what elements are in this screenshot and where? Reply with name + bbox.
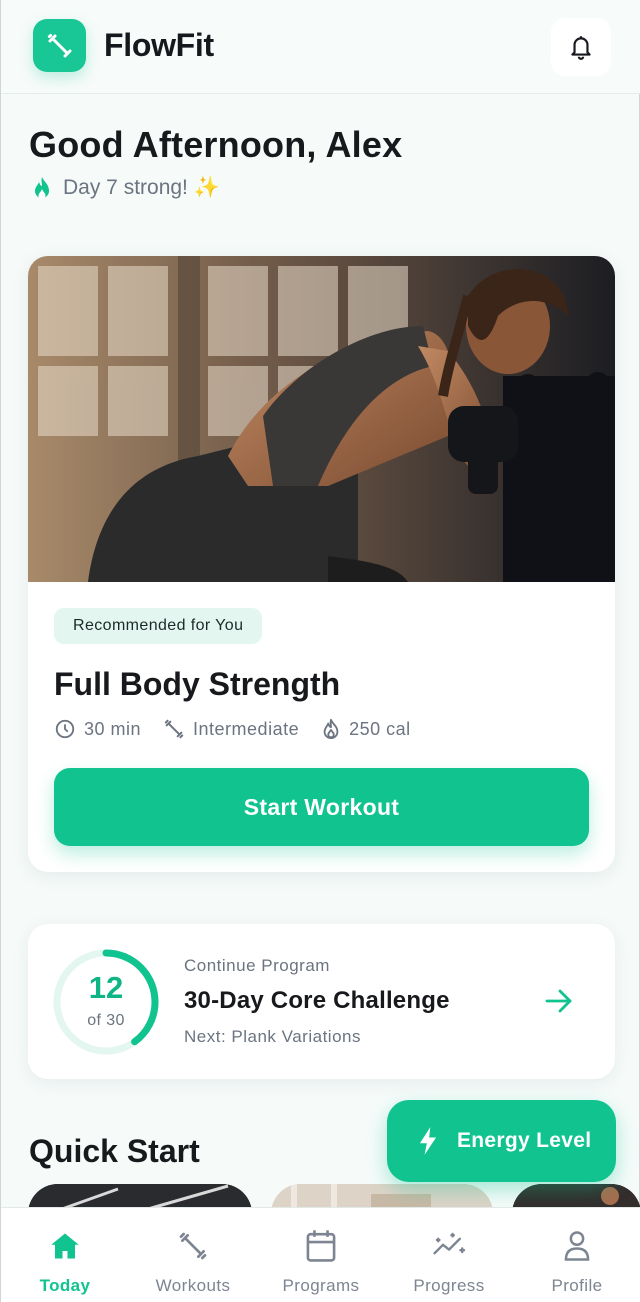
app-logo [33,19,86,72]
nav-item-label: Progress [413,1276,485,1295]
calendar-icon [306,1230,336,1262]
continue-program-card[interactable]: 12 of 30 Continue Program 30-Day Core Ch… [28,924,615,1079]
workout-calories-text: 250 cal [349,718,411,739]
energy-level-button[interactable]: Energy Level [387,1100,616,1182]
dumbbell-icon [179,1232,207,1260]
bottom-navigation: Today Workouts Programs Progress Profile [1,1207,640,1302]
workout-level-text: Intermediate [193,718,300,739]
start-workout-button[interactable]: Start Workout [54,768,589,846]
recommended-badge: Recommended for You [54,608,263,644]
workout-meta: 30 min Intermediate 250 cal [54,718,433,740]
workout-calories: 250 cal [321,718,411,740]
greeting-title: Good Afternoon, Alex [29,124,403,165]
nav-item-progress[interactable]: Progress [385,1208,513,1302]
nav-item-profile[interactable]: Profile [513,1208,640,1302]
nav-item-programs[interactable]: Programs [257,1208,385,1302]
program-next: Next: Plank Variations [184,1027,361,1046]
flame-icon [323,718,339,740]
program-label: Continue Program [184,956,330,975]
program-open-button[interactable] [542,986,576,1016]
workout-duration-text: 30 min [84,718,142,739]
streak-line: Day 7 strong! ✨ [31,176,220,200]
program-title: 30-Day Core Challenge [184,987,450,1014]
bell-icon [571,36,591,60]
app-frame: FlowFit Good Afternoon, Alex Day 7 stron… [0,0,640,1302]
nav-item-today[interactable]: Today [1,1208,129,1302]
workout-title: Full Body Strength [54,666,341,702]
nav-item-workouts[interactable]: Workouts [129,1208,257,1302]
workout-hero-image [28,256,615,582]
recommended-workout-card[interactable]: Recommended for You Full Body Strength 3… [28,256,615,872]
workout-duration: 30 min [54,718,141,740]
person-icon [564,1231,590,1261]
nav-item-label: Programs [282,1276,360,1295]
dumbbell-icon [47,33,71,57]
nav-item-label: Profile [551,1276,603,1295]
program-progress-current: 12 [88,970,124,1005]
streak-text: Day 7 strong! ✨ [63,176,220,199]
app-title: FlowFit [104,27,214,63]
quick-start-title: Quick Start [29,1133,200,1169]
lightning-icon [419,1127,437,1155]
app-header: FlowFit [1,0,640,94]
dumbbell-icon [164,719,184,739]
arrow-right-icon [545,989,572,1013]
nav-item-label: Workouts [155,1276,231,1295]
workout-level: Intermediate [163,718,299,740]
clock-icon [55,719,75,739]
flame-icon [35,177,49,199]
progress-sparkle-icon [433,1232,466,1255]
home-icon [51,1233,79,1259]
notifications-button[interactable] [551,18,611,76]
program-progress-total: of 30 [87,1012,125,1029]
energy-level-label: Energy Level [457,1129,592,1152]
nav-item-label: Today [39,1276,91,1295]
